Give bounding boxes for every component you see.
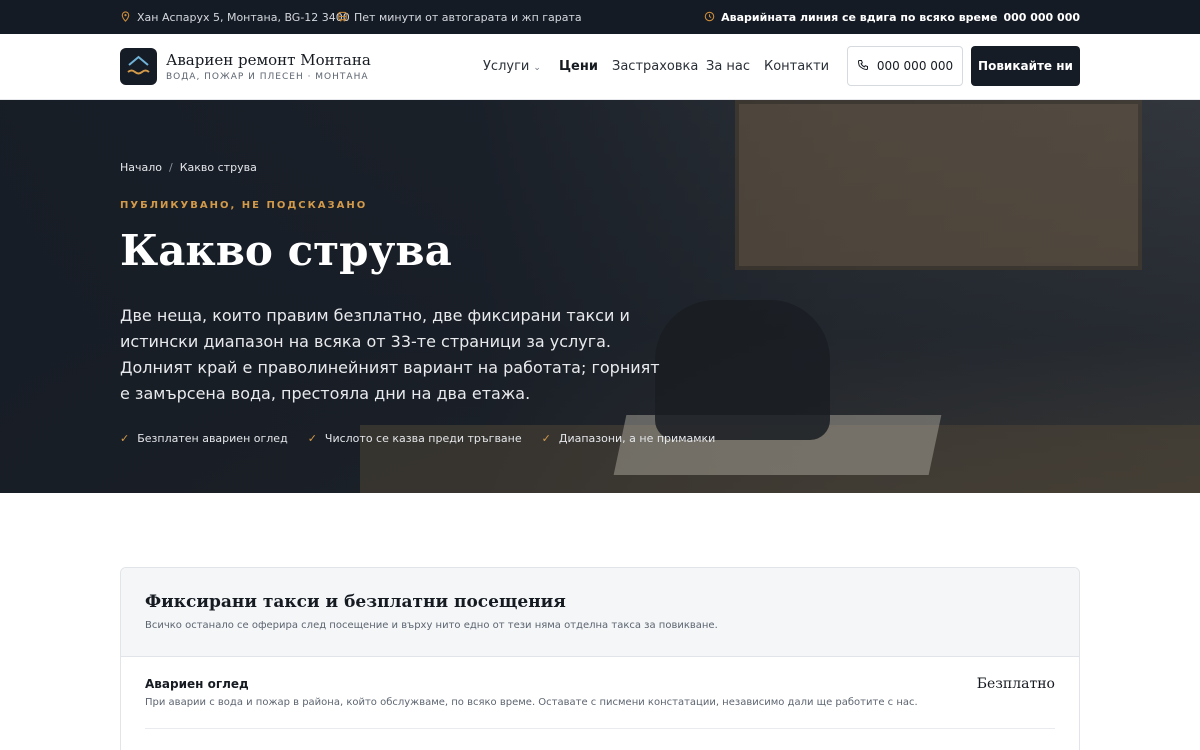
checkmark-icon: ✓ (120, 432, 130, 445)
hotline-item[interactable]: Аварийната линия се вдига по всяко време… (704, 0, 1080, 34)
breadcrumb: Начало / Какво струва (120, 161, 257, 174)
hero-lead: Две неща, които правим безплатно, две фи… (120, 306, 660, 403)
pricing-title: Фиксирани такси и безплатни посещения (145, 592, 566, 612)
nav-item-label: Услуги (483, 59, 530, 74)
top-utility-bar: Хан Аспарух 5, Монтана, BG-12 3400 Пет м… (0, 0, 1200, 34)
price-row-value: Безплатно (976, 676, 1055, 692)
price-row-description: При аварии с вода и пожар в района, койт… (145, 697, 918, 708)
checkmark-icon: ✓ (541, 432, 551, 445)
page-title: Какво струва (120, 226, 452, 275)
address-item: Хан Аспарух 5, Монтана, BG-12 3400 (120, 0, 350, 34)
pricing-card: Фиксирани такси и безплатни посещения Вс… (120, 567, 1080, 750)
brand-name[interactable]: Авариен ремонт Монтана (166, 51, 371, 69)
transport-item: Пет минути от автогарата и жп гарата (337, 0, 582, 34)
nav-item-insurance[interactable]: Застраховка (612, 59, 698, 74)
hero-section: Начало / Какво струва ПУБЛИКУВАНО, НЕ ПО… (0, 100, 1200, 493)
bus-icon (337, 11, 348, 24)
check-item: ✓ Безплатен авариен оглед (120, 432, 288, 445)
nav-item-services[interactable]: Услуги ⌄ (483, 59, 541, 74)
price-row: Авариен оглед При аварии с вода и пожар … (145, 657, 1055, 729)
breadcrumb-current: Какво струва (179, 161, 257, 174)
site-header: Авариен ремонт Монтана ВОДА, ПОЖАР И ПЛЕ… (0, 34, 1200, 100)
address-text: Хан Аспарух 5, Монтана, BG-12 3400 (137, 10, 350, 24)
hotline-label: Аварийната линия се вдига по всяко време (721, 10, 998, 24)
phone-icon (857, 59, 869, 74)
pricing-card-header: Фиксирани такси и безплатни посещения Вс… (121, 568, 1079, 657)
breadcrumb-separator: / (169, 161, 173, 174)
nav-item-about[interactable]: За нас (706, 59, 750, 74)
check-item-label: Безплатен авариен оглед (137, 432, 288, 445)
background-chair (655, 300, 830, 440)
brand-tagline: ВОДА, ПОЖАР И ПЛЕСЕН · МОНТАНА (166, 72, 369, 82)
house-wave-icon (127, 55, 150, 75)
phone-button-label: 000 000 000 (876, 59, 954, 73)
checkmark-icon: ✓ (307, 432, 317, 445)
check-item: ✓ Числото се казва преди тръгване (308, 432, 522, 445)
check-item-label: Числото се казва преди тръгване (324, 432, 522, 445)
map-pin-icon (120, 10, 131, 24)
check-item-label: Диапазони, а не примамки (558, 432, 716, 445)
hero-eyebrow: ПУБЛИКУВАНО, НЕ ПОДСКАЗАНО (120, 200, 368, 211)
logo[interactable] (120, 48, 157, 85)
breadcrumb-home[interactable]: Начало (120, 161, 162, 174)
transport-text: Пет минути от автогарата и жп гарата (354, 10, 582, 24)
price-row-name: Авариен оглед (145, 677, 249, 691)
clock-icon (704, 11, 715, 24)
call-us-button[interactable]: Повикайте ни (971, 46, 1080, 86)
hero-checklist: ✓ Безплатен авариен оглед ✓ Числото се к… (120, 432, 715, 445)
nav-item-prices[interactable]: Цени (559, 59, 598, 74)
pricing-subtitle: Всичко останало се оферира след посещени… (145, 620, 718, 631)
nav-item-contacts[interactable]: Контакти (764, 59, 829, 74)
background-corkboard (735, 100, 1142, 270)
phone-button[interactable]: 000 000 000 (847, 46, 963, 86)
chevron-down-icon: ⌄ (533, 63, 541, 73)
hotline-phone[interactable]: 000 000 000 (1003, 11, 1080, 24)
check-item: ✓ Диапазони, а не примамки (542, 432, 716, 445)
